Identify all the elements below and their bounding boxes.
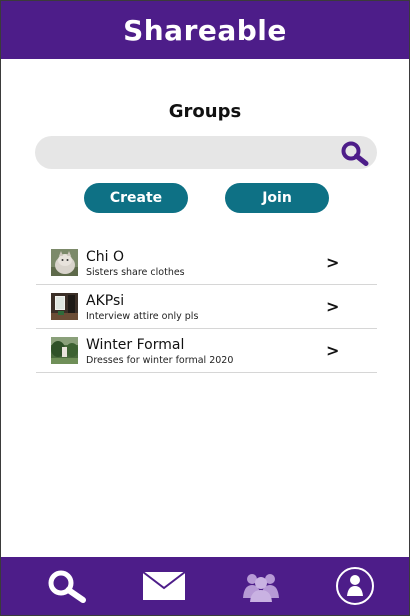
search-input[interactable] (49, 136, 333, 171)
group-name: AKPsi (86, 293, 125, 309)
page-title: Groups (168, 101, 242, 122)
nav-search-tab[interactable] (39, 557, 95, 615)
group-name: Chi O (86, 249, 125, 265)
search-icon (48, 570, 86, 603)
group-description: Sisters share clothes (86, 267, 185, 278)
create-button[interactable]: Create (84, 183, 188, 213)
group-thumbnail-akpsi (51, 293, 78, 320)
chevron-right-icon[interactable]: > (326, 341, 339, 360)
groups-icon (243, 574, 279, 602)
group-row-akpsi[interactable]: AKPsi Interview attire only pls > (36, 285, 377, 329)
join-button[interactable]: Join (225, 183, 329, 213)
cat-photo (51, 249, 78, 276)
search-bar (35, 136, 377, 171)
group-thumbnail-winter-formal (51, 337, 78, 364)
bottom-nav-bar (1, 557, 409, 615)
interior-photo (51, 293, 78, 320)
group-description: Dresses for winter formal 2020 (86, 355, 234, 366)
chevron-right-icon[interactable]: > (326, 297, 339, 316)
mail-icon (142, 571, 186, 600)
app-screen: Shareable Groups Create Join Chi O Siste… (0, 0, 410, 616)
app-title: Shareable (123, 13, 287, 47)
group-row-chi-o[interactable]: Chi O Sisters share clothes > (36, 241, 377, 285)
group-list: Chi O Sisters share clothes > AKPsi Inte… (36, 241, 377, 373)
top-app-bar: Shareable (1, 1, 409, 59)
nav-profile-tab[interactable] (331, 557, 379, 615)
nav-groups-tab[interactable] (237, 557, 285, 615)
group-name: Winter Formal (86, 337, 185, 353)
nav-messages-tab[interactable] (138, 557, 190, 615)
chevron-right-icon[interactable]: > (326, 253, 339, 272)
group-thumbnail-chi-o (51, 249, 78, 276)
group-row-winter-formal[interactable]: Winter Formal Dresses for winter formal … (36, 329, 377, 373)
group-description: Interview attire only pls (86, 311, 199, 322)
search-button[interactable] (339, 139, 371, 167)
profile-icon (336, 567, 374, 605)
search-icon (341, 141, 369, 166)
garden-photo (51, 337, 78, 364)
